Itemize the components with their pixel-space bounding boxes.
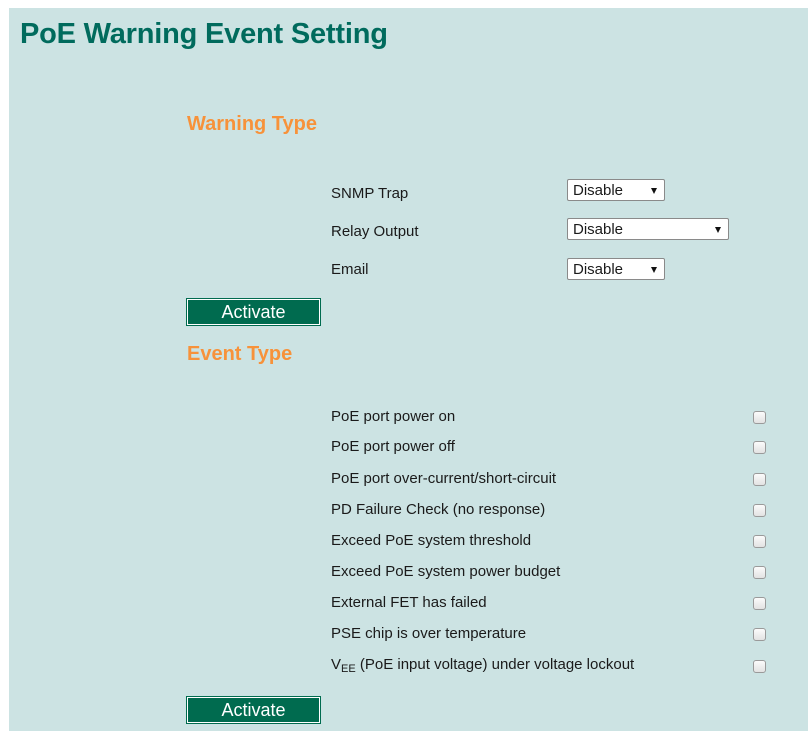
event-checkbox[interactable] <box>753 411 766 424</box>
email-value: Disable <box>573 261 624 278</box>
chevron-down-icon <box>715 227 721 233</box>
event-type-title: Event Type <box>187 343 293 365</box>
event-label: PoE port power off <box>331 438 455 455</box>
event-activate-button[interactable]: Activate <box>186 696 321 724</box>
event-checkbox[interactable] <box>753 628 766 641</box>
email-select[interactable]: Disable <box>567 258 665 280</box>
vee-label-rest: (PoE input voltage) under voltage lockou… <box>355 656 635 673</box>
event-checkbox[interactable] <box>753 660 766 673</box>
event-label: Exceed PoE system power budget <box>331 563 561 580</box>
event-checkbox[interactable] <box>753 597 766 610</box>
event-checkbox[interactable] <box>753 504 766 517</box>
warning-activate-button[interactable]: Activate <box>186 298 321 326</box>
event-label: PoE port power on <box>331 408 456 425</box>
relay-output-value: Disable <box>573 221 624 238</box>
chevron-down-icon <box>651 267 657 273</box>
email-label: Email <box>331 261 369 278</box>
event-label-vee-lockout: VEE (PoE input voltage) under voltage lo… <box>331 656 634 678</box>
page-title: PoE Warning Event Setting <box>20 18 388 50</box>
snmp-trap-label: SNMP Trap <box>331 185 409 202</box>
snmp-trap-select[interactable]: Disable <box>567 179 665 201</box>
event-checkbox[interactable] <box>753 535 766 548</box>
event-checkbox[interactable] <box>753 566 766 579</box>
vee-label-main: V <box>331 656 342 673</box>
warning-type-title: Warning Type <box>187 113 317 135</box>
vee-label-subscript: EE <box>341 663 356 675</box>
event-checkbox[interactable] <box>753 441 766 454</box>
relay-output-select[interactable]: Disable <box>567 218 729 240</box>
chevron-down-icon <box>651 188 657 194</box>
event-label: PoE port over-current/short-circuit <box>331 470 557 487</box>
event-label: PD Failure Check (no response) <box>331 501 546 518</box>
event-label: Exceed PoE system threshold <box>331 532 532 549</box>
event-checkbox[interactable] <box>753 473 766 486</box>
relay-output-label: Relay Output <box>331 223 419 240</box>
poe-warning-page: PoE Warning Event Setting Warning Type S… <box>9 8 808 731</box>
event-label: PSE chip is over temperature <box>331 625 527 642</box>
event-label: External FET has failed <box>331 594 487 611</box>
snmp-trap-value: Disable <box>573 182 624 199</box>
